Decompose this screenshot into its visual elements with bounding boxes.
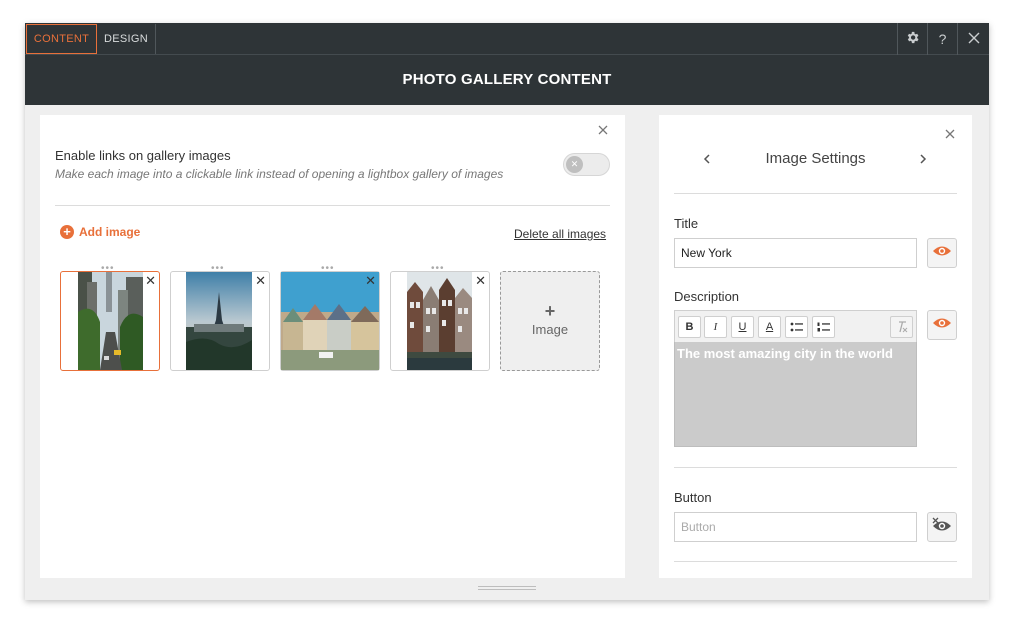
photo-gallery-editor-window: CONTENT DESIGN ? PHOTO GALLERY CONTENT E… bbox=[25, 23, 989, 600]
new-york-street-photo bbox=[78, 272, 143, 370]
clear-formatting-button[interactable] bbox=[890, 316, 913, 338]
gallery-thumbnail-san-francisco[interactable]: ••• ✕ bbox=[280, 263, 380, 371]
title-label: Title bbox=[674, 216, 699, 231]
eye-hidden-icon bbox=[931, 517, 953, 538]
divider bbox=[55, 205, 610, 206]
enable-links-toggle[interactable]: ✕ bbox=[563, 153, 610, 176]
amsterdam-canal-houses-photo bbox=[407, 272, 472, 370]
add-image-button[interactable]: + Add image bbox=[60, 225, 140, 239]
description-editor[interactable]: The most amazing city in the world bbox=[674, 342, 917, 447]
close-icon bbox=[968, 31, 980, 47]
help-icon: ? bbox=[938, 31, 947, 47]
button-visibility-toggle[interactable] bbox=[927, 512, 957, 542]
text-color-button[interactable]: A bbox=[758, 316, 781, 338]
plus-icon: + bbox=[544, 301, 556, 321]
tab-content[interactable]: CONTENT bbox=[26, 24, 97, 54]
description-editor-toolbar: B I U A bbox=[674, 310, 917, 342]
delete-all-images-link[interactable]: Delete all images bbox=[514, 227, 606, 241]
gallery-thumbnail-paris[interactable]: ••• ✕ bbox=[170, 263, 270, 371]
gallery-thumbnail-new-york[interactable]: ••• ✕ bbox=[60, 263, 160, 371]
description-label: Description bbox=[674, 289, 740, 304]
image-settings-panel: Image Settings Title Description B I U A bbox=[659, 115, 972, 578]
numbered-list-button[interactable] bbox=[812, 316, 835, 338]
tab-design[interactable]: DESIGN bbox=[97, 24, 156, 54]
enable-links-description: Make each image into a clickable link in… bbox=[55, 167, 504, 181]
add-image-tile-label: Image bbox=[531, 322, 569, 337]
toggle-off-icon: ✕ bbox=[566, 156, 583, 173]
description-visibility-toggle[interactable] bbox=[927, 310, 957, 340]
gallery-content-panel: Enable links on gallery images Make each… bbox=[40, 115, 625, 578]
settings-close-icon[interactable] bbox=[945, 126, 955, 144]
help-button[interactable]: ? bbox=[927, 23, 957, 55]
plus-circle-icon: + bbox=[60, 225, 74, 239]
eye-icon bbox=[932, 244, 952, 262]
eye-icon bbox=[932, 316, 952, 334]
underline-button[interactable]: U bbox=[731, 316, 754, 338]
add-image-tile[interactable]: + Image bbox=[500, 271, 600, 371]
page-title: PHOTO GALLERY CONTENT bbox=[25, 55, 989, 105]
remove-image-icon[interactable]: ✕ bbox=[475, 273, 486, 289]
top-toolbar: CONTENT DESIGN ? bbox=[25, 23, 989, 55]
enable-links-title: Enable links on gallery images bbox=[55, 148, 231, 163]
bullet-list-icon bbox=[790, 322, 803, 332]
gear-icon bbox=[905, 30, 920, 48]
settings-button[interactable] bbox=[897, 23, 927, 55]
clear-formatting-icon bbox=[899, 321, 908, 333]
divider bbox=[674, 561, 957, 562]
bold-button[interactable]: B bbox=[678, 316, 701, 338]
title-visibility-toggle[interactable] bbox=[927, 238, 957, 268]
remove-image-icon[interactable]: ✕ bbox=[365, 273, 376, 289]
window-close-button[interactable] bbox=[957, 23, 989, 55]
paris-eiffel-tower-photo bbox=[186, 272, 252, 370]
title-input[interactable] bbox=[674, 238, 917, 268]
numbered-list-icon bbox=[817, 322, 830, 332]
divider bbox=[674, 467, 957, 468]
panel-resize-handle[interactable] bbox=[478, 586, 536, 590]
next-image-chevron-right-icon[interactable] bbox=[919, 151, 927, 167]
remove-image-icon[interactable]: ✕ bbox=[145, 273, 156, 289]
italic-button[interactable]: I bbox=[704, 316, 727, 338]
add-image-label: Add image bbox=[79, 225, 141, 239]
remove-image-icon[interactable]: ✕ bbox=[255, 273, 266, 289]
gallery-thumbnail-amsterdam[interactable]: ••• ✕ bbox=[390, 263, 490, 371]
bullet-list-button[interactable] bbox=[785, 316, 808, 338]
button-label: Button bbox=[674, 490, 712, 505]
panel-close-icon[interactable] bbox=[598, 122, 608, 140]
divider bbox=[674, 193, 957, 194]
button-text-input[interactable] bbox=[674, 512, 917, 542]
